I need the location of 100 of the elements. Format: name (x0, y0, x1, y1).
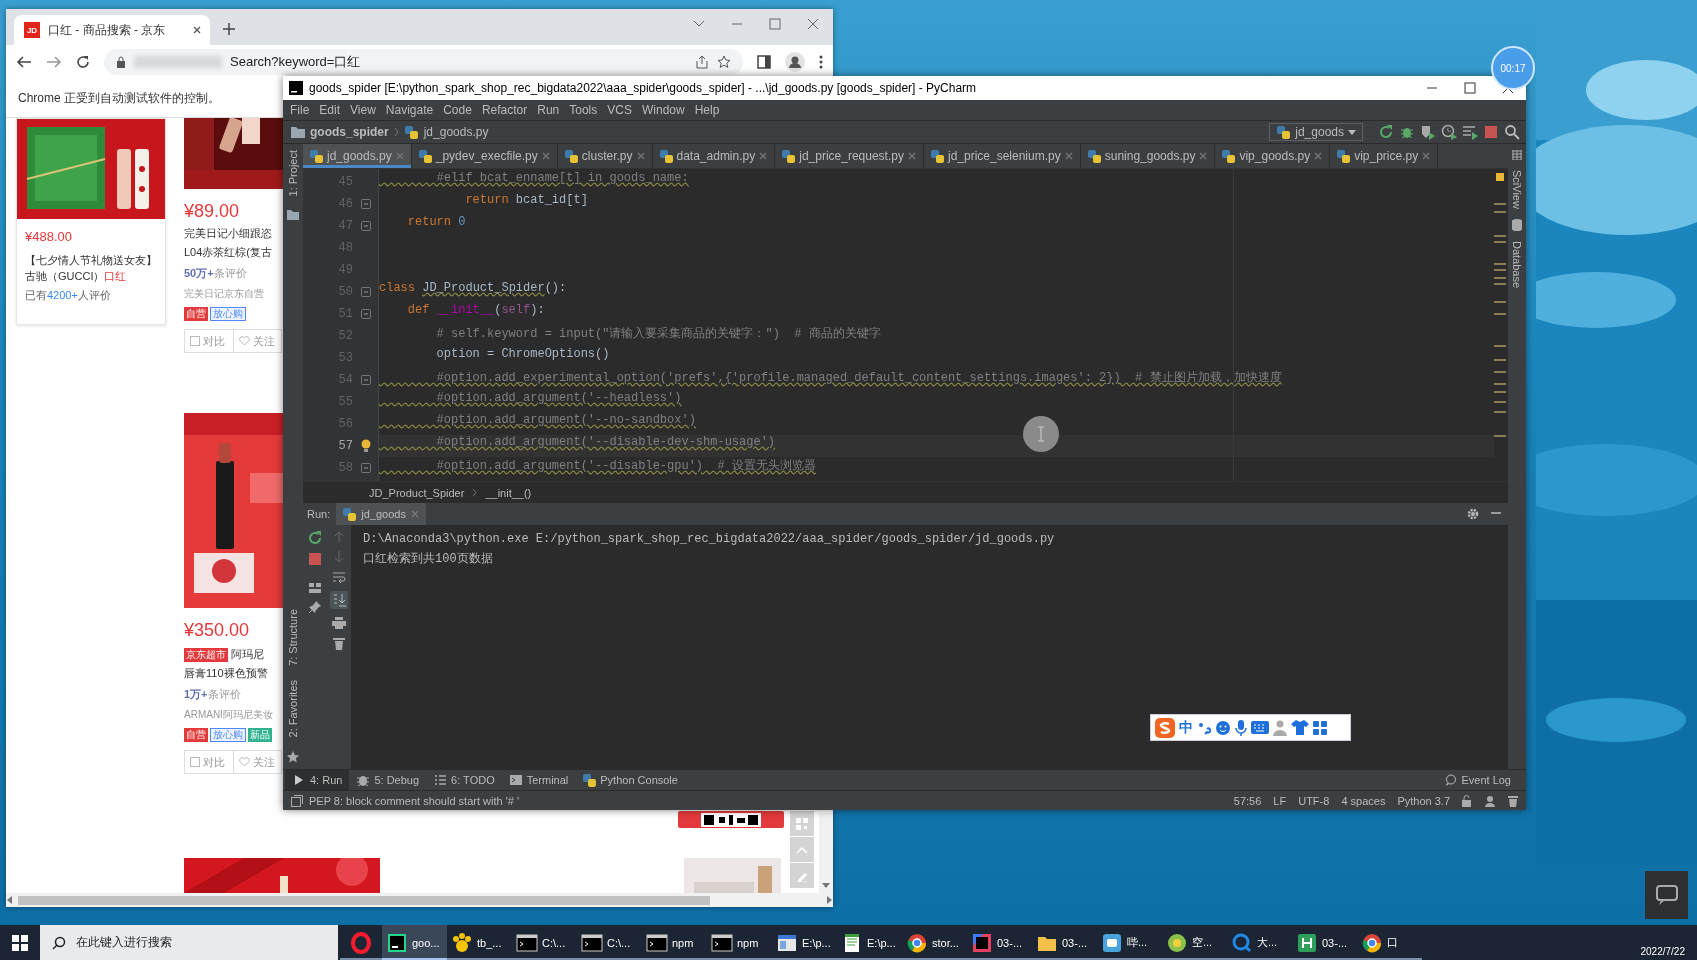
shop-name[interactable]: 完美日记京东自营 (184, 287, 264, 301)
menu-item[interactable]: Edit (314, 103, 346, 117)
close-icon[interactable] (807, 18, 819, 30)
grid-icon[interactable] (1313, 720, 1327, 735)
search-icon[interactable] (1504, 124, 1520, 140)
fold-icon[interactable] (361, 287, 371, 297)
scroll-down-icon[interactable] (822, 883, 830, 889)
menu-item[interactable]: Refactor (476, 103, 533, 117)
menu-item[interactable]: VCS (602, 103, 637, 117)
forward-icon[interactable] (46, 55, 62, 69)
scroll-right-icon[interactable] (825, 896, 833, 904)
pin-icon[interactable] (309, 601, 321, 613)
reload-icon[interactable] (76, 55, 90, 69)
shop-name[interactable]: ARMANI阿玛尼美妆 (184, 708, 273, 722)
qr-banner[interactable] (678, 811, 784, 828)
plus-icon[interactable] (222, 22, 236, 36)
maximize-icon[interactable] (769, 18, 781, 30)
trash-icon[interactable] (1508, 794, 1518, 807)
status-item[interactable]: Python 3.7 (1397, 794, 1450, 807)
star-icon[interactable] (717, 55, 731, 69)
person-icon[interactable] (1273, 719, 1287, 736)
maximize-icon[interactable] (1464, 82, 1476, 94)
menu-icon[interactable] (819, 55, 823, 69)
inspector-icon[interactable] (1484, 794, 1496, 807)
gear-icon[interactable] (1466, 507, 1480, 521)
close-icon[interactable] (192, 25, 202, 35)
tool-window-tab[interactable]: 4: Run (285, 770, 350, 790)
editor-tab[interactable]: jd_goods.py (303, 144, 412, 168)
taskbar-item[interactable]: 空... (1162, 925, 1227, 960)
tool-window-tab[interactable]: 5: Debug (349, 770, 427, 790)
print-icon[interactable] (332, 617, 346, 629)
taskbar-item[interactable]: 03-... (967, 925, 1032, 960)
status-item[interactable]: 4 spaces (1341, 794, 1386, 807)
menu-item[interactable]: File (285, 103, 315, 117)
taskbar-item[interactable]: 03-... (1292, 925, 1357, 960)
taskbar-item[interactable]: C:\... (512, 925, 577, 960)
code-editor[interactable] (303, 169, 1508, 481)
lock-icon[interactable] (1462, 794, 1472, 807)
profile-icon[interactable] (785, 52, 805, 72)
tool-window-tab[interactable]: Terminal (501, 770, 576, 790)
product-title[interactable]: 完美日记小细跟恣 (184, 226, 272, 241)
status-item[interactable]: LF (1273, 794, 1287, 807)
taskbar-item[interactable]: tb_... (447, 925, 512, 960)
bulb-icon[interactable] (361, 439, 371, 453)
menu-item[interactable]: View (345, 103, 381, 117)
product-title[interactable]: 阿玛尼 (231, 647, 264, 662)
share-icon[interactable] (695, 55, 709, 69)
tool-window-tab[interactable]: Database (1511, 240, 1523, 289)
menu-item[interactable]: Run (532, 103, 565, 117)
event-log-button[interactable]: Event Log (1438, 770, 1518, 790)
product-title[interactable]: 唇膏110裸色预警 (184, 666, 268, 681)
taskbar-item[interactable]: stor... (902, 925, 967, 960)
taskbar-item[interactable]: goo... (382, 925, 447, 960)
tool-window-tab[interactable]: 2: Favorites (287, 679, 299, 737)
rerun-icon[interactable] (1378, 124, 1394, 140)
list-play-icon[interactable] (1462, 124, 1478, 140)
checkbox-icon[interactable] (190, 757, 200, 767)
file-name[interactable]: jd_goods.py (423, 125, 489, 139)
panel-icon[interactable] (291, 794, 303, 807)
chevron-down-icon[interactable] (693, 20, 705, 28)
taskbar-item[interactable]: 03-... (1032, 925, 1097, 960)
floating-panel[interactable] (1645, 871, 1688, 919)
tool-window-tab[interactable]: 7: Structure (287, 608, 299, 666)
microphone-icon[interactable] (1235, 719, 1247, 736)
product-title[interactable]: L04赤茶红棕(复古 (184, 245, 273, 260)
smiley-icon[interactable] (1215, 719, 1231, 736)
taskbar-item[interactable]: 大... (1227, 925, 1292, 960)
windows-icon[interactable] (12, 934, 28, 951)
menu-item[interactable]: Code (438, 103, 477, 117)
grid-icon[interactable] (1512, 150, 1522, 160)
fold-icon[interactable] (361, 199, 371, 209)
stop-icon[interactable] (1483, 124, 1499, 140)
product-card[interactable]: ¥488.00 【七夕情人节礼物送女友】古驰（GUCCI）口红 已有4200+人评价 (16, 118, 166, 325)
taskbar-item[interactable]: 口 (1357, 925, 1422, 960)
input-mode[interactable]: 中 (1179, 718, 1193, 737)
run-config-dropdown[interactable]: jd_goods (1269, 123, 1363, 141)
menu-item[interactable]: Window (636, 103, 690, 117)
side-panel-icon[interactable] (757, 55, 771, 69)
status-item[interactable]: UTF-8 (1298, 794, 1330, 807)
punctuation-icon[interactable] (1197, 720, 1211, 735)
menu-item[interactable]: Navigate (380, 103, 439, 117)
scroll-left-icon[interactable] (6, 896, 14, 904)
fold-icon[interactable] (361, 221, 371, 231)
scrollbar[interactable] (6, 893, 833, 907)
taskbar-item[interactable]: 哔... (1097, 925, 1162, 960)
shirt-icon[interactable] (1291, 720, 1309, 735)
layout-icon[interactable] (309, 583, 321, 593)
taskbar-item[interactable]: E:\p... (772, 925, 837, 960)
taskbar-item[interactable]: E:\p... (837, 925, 902, 960)
menu-item[interactable]: Tools (564, 103, 603, 117)
trash-icon[interactable] (333, 637, 345, 650)
project-name[interactable]: goods_spider (310, 125, 389, 139)
taskbar-item[interactable]: npm (707, 925, 772, 960)
qr-button[interactable] (790, 811, 814, 836)
address-bar[interactable]: Search?keyword=口红 (104, 49, 743, 75)
tool-window-tab[interactable]: 6: TODO (426, 770, 502, 790)
wrap-icon[interactable] (332, 571, 346, 583)
rerun-icon[interactable] (308, 531, 322, 545)
scroll-to-end-icon[interactable] (330, 591, 348, 609)
taskbar-item[interactable]: npm (642, 925, 707, 960)
